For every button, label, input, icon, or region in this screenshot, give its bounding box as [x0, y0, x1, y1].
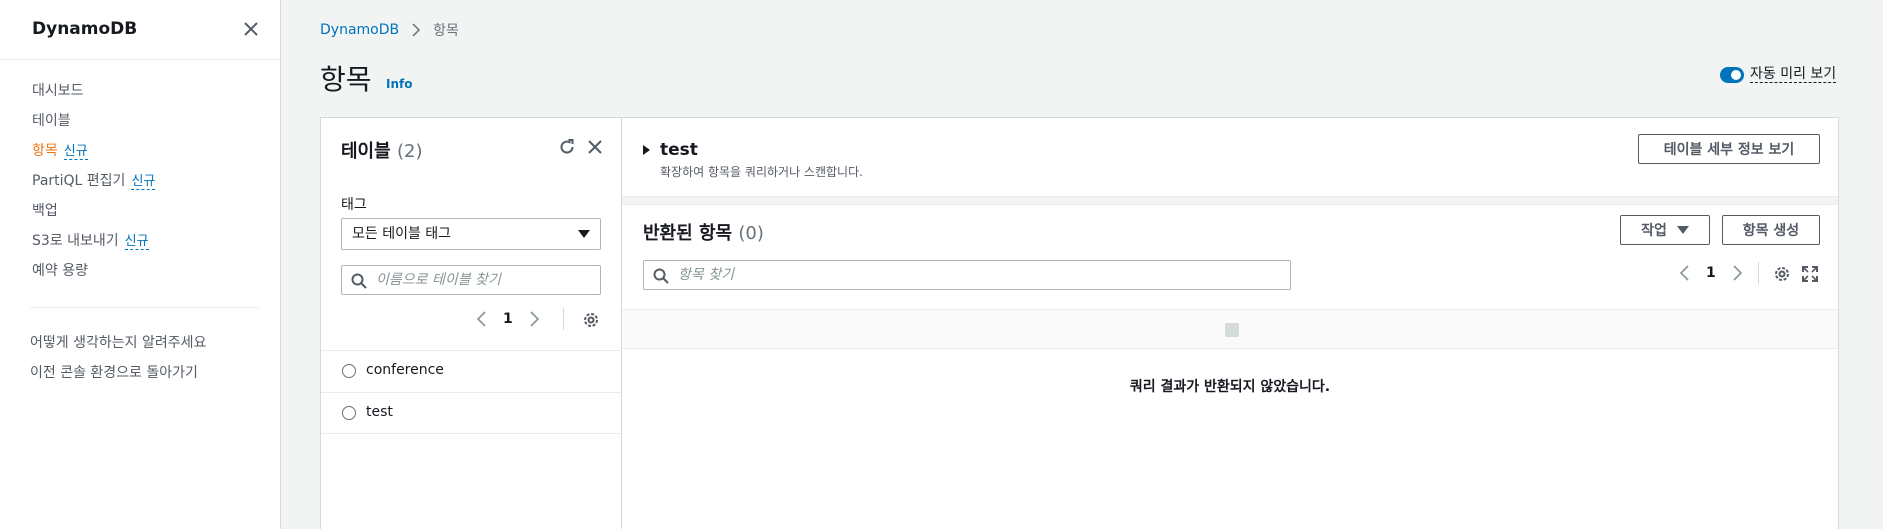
item-search-box[interactable]: [643, 260, 1291, 290]
tag-filter-value: 모든 테이블 태그: [352, 226, 452, 242]
selected-table-name: test: [660, 140, 698, 160]
search-icon: [351, 273, 367, 289]
tag-filter-select[interactable]: 모든 테이블 태그: [341, 218, 601, 250]
empty-results-message: 쿼리 결과가 반환되지 않았습니다.: [1129, 379, 1331, 395]
tables-title-text: 테이블: [341, 141, 391, 162]
radio-button[interactable]: [342, 406, 356, 420]
create-item-button[interactable]: 항목 생성: [1722, 215, 1820, 245]
chevron-right-icon[interactable]: [1728, 264, 1746, 282]
breadcrumb-current: 항목: [433, 23, 459, 39]
table-name: test: [366, 404, 393, 420]
items-table-header: [622, 309, 1838, 349]
sidebar-item-label: 예약 용량: [32, 263, 88, 279]
pager-divider: [563, 308, 564, 330]
auto-preview-label: 자동 미리 보기: [1750, 66, 1837, 83]
tables-panel: 테이블 (2) 태그 모든 테이블 태그 1 conference: [320, 117, 623, 529]
info-link[interactable]: Info: [386, 77, 412, 91]
returned-items-text: 반환된 항목: [643, 223, 733, 244]
breadcrumb: DynamoDB 항목: [320, 20, 459, 40]
fullscreen-icon[interactable]: [1800, 264, 1820, 284]
tag-filter-label: 태그: [341, 197, 367, 213]
sidebar-item-label: 테이블: [32, 113, 71, 129]
sidebar-links: 어떻게 생각하는지 알려주세요 이전 콘솔 환경으로 돌아가기: [30, 330, 206, 390]
sidebar-nav: 대시보드 테이블 항목 신규 PartiQL 편집기 신규 백업 S3로 내보내기 신…: [32, 78, 156, 288]
page-scrollbar[interactable]: [1873, 0, 1883, 529]
radio-button[interactable]: [342, 364, 356, 378]
query-description: 확장하여 항목을 쿼리하거나 스캔합니다.: [660, 165, 863, 179]
tables-list: conference test: [321, 350, 623, 434]
tables-pagination: 1: [473, 310, 543, 328]
feedback-link[interactable]: 어떻게 생각하는지 알려주세요: [30, 330, 206, 360]
sidebar-item-dashboard[interactable]: 대시보드: [32, 78, 155, 108]
chevron-right-icon: [411, 23, 421, 37]
chevron-left-icon[interactable]: [1676, 264, 1694, 282]
table-search-box[interactable]: [341, 265, 601, 295]
close-icon[interactable]: [585, 137, 605, 157]
sidebar-item-label: 백업: [32, 203, 58, 219]
sidebar-item-items[interactable]: 항목 신규: [32, 138, 155, 168]
sidebar-item-label: 대시보드: [32, 83, 84, 99]
section-separator: [622, 197, 1838, 205]
sidebar-item-label: S3로 내보내기: [32, 233, 119, 249]
returned-items-count: (0): [738, 223, 764, 244]
sidebar-item-label: 항목: [32, 143, 58, 159]
page-title: 항목: [320, 63, 372, 96]
sidebar-item-backups[interactable]: 백업: [32, 198, 155, 228]
actions-label: 작업: [1641, 223, 1667, 239]
sidebar-title: DynamoDB: [32, 19, 138, 39]
toggle-knob: [1731, 69, 1741, 80]
sidebar-item-label: PartiQL 편집기: [32, 173, 126, 189]
select-all-checkbox[interactable]: [1225, 323, 1239, 337]
returned-items-title: 반환된 항목 (0): [643, 219, 764, 245]
caret-right-icon: [643, 145, 650, 155]
sidebar: DynamoDB 대시보드 테이블 항목 신규 PartiQL 편집기 신규 백업 …: [0, 0, 281, 529]
gear-icon[interactable]: [581, 310, 601, 330]
view-table-details-button[interactable]: 테이블 세부 정보 보기: [1638, 134, 1820, 164]
sidebar-item-export-s3[interactable]: S3로 내보내기 신규: [32, 228, 155, 258]
caret-down-icon: [1676, 226, 1689, 234]
previous-console-link[interactable]: 이전 콘솔 환경으로 돌아가기: [30, 360, 206, 390]
expand-query-toggle[interactable]: test: [643, 140, 698, 160]
gear-icon[interactable]: [1772, 264, 1792, 284]
sidebar-divider: [30, 307, 259, 308]
actions-dropdown-button[interactable]: 작업: [1620, 215, 1710, 245]
page-number[interactable]: 1: [1706, 265, 1716, 281]
toggle-switch[interactable]: [1720, 66, 1744, 83]
table-search-input[interactable]: [376, 269, 596, 291]
new-badge: 신규: [124, 234, 149, 250]
search-icon: [653, 268, 669, 284]
sidebar-item-partiql-editor[interactable]: PartiQL 편집기 신규: [32, 168, 156, 198]
new-badge: 신규: [63, 144, 88, 160]
table-row[interactable]: conference: [321, 350, 623, 392]
items-pagination: 1: [1676, 264, 1746, 282]
auto-preview-toggle[interactable]: 자동 미리 보기: [1720, 66, 1837, 83]
sidebar-item-reserved-capacity[interactable]: 예약 용량: [32, 258, 155, 288]
item-search-input[interactable]: [678, 264, 1278, 286]
tables-panel-title: 테이블 (2): [341, 137, 422, 163]
new-badge: 신규: [131, 174, 156, 190]
refresh-icon[interactable]: [557, 137, 577, 157]
table-row[interactable]: test: [321, 392, 623, 434]
close-icon[interactable]: [240, 18, 262, 40]
pager-divider: [1758, 262, 1759, 284]
caret-down-icon: [578, 230, 590, 238]
chevron-right-icon[interactable]: [525, 310, 543, 328]
tables-count: (2): [396, 141, 423, 162]
table-name: conference: [366, 362, 444, 378]
sidebar-header: DynamoDB: [0, 0, 280, 60]
breadcrumb-root[interactable]: DynamoDB: [320, 22, 399, 38]
items-panel: test 확장하여 항목을 쿼리하거나 스캔합니다. 테이블 세부 정보 보기 …: [621, 117, 1839, 529]
page-number[interactable]: 1: [503, 311, 513, 327]
chevron-left-icon[interactable]: [473, 310, 491, 328]
sidebar-item-tables[interactable]: 테이블: [32, 108, 155, 138]
table-query-section: test 확장하여 항목을 쿼리하거나 스캔합니다. 테이블 세부 정보 보기: [622, 118, 1838, 197]
